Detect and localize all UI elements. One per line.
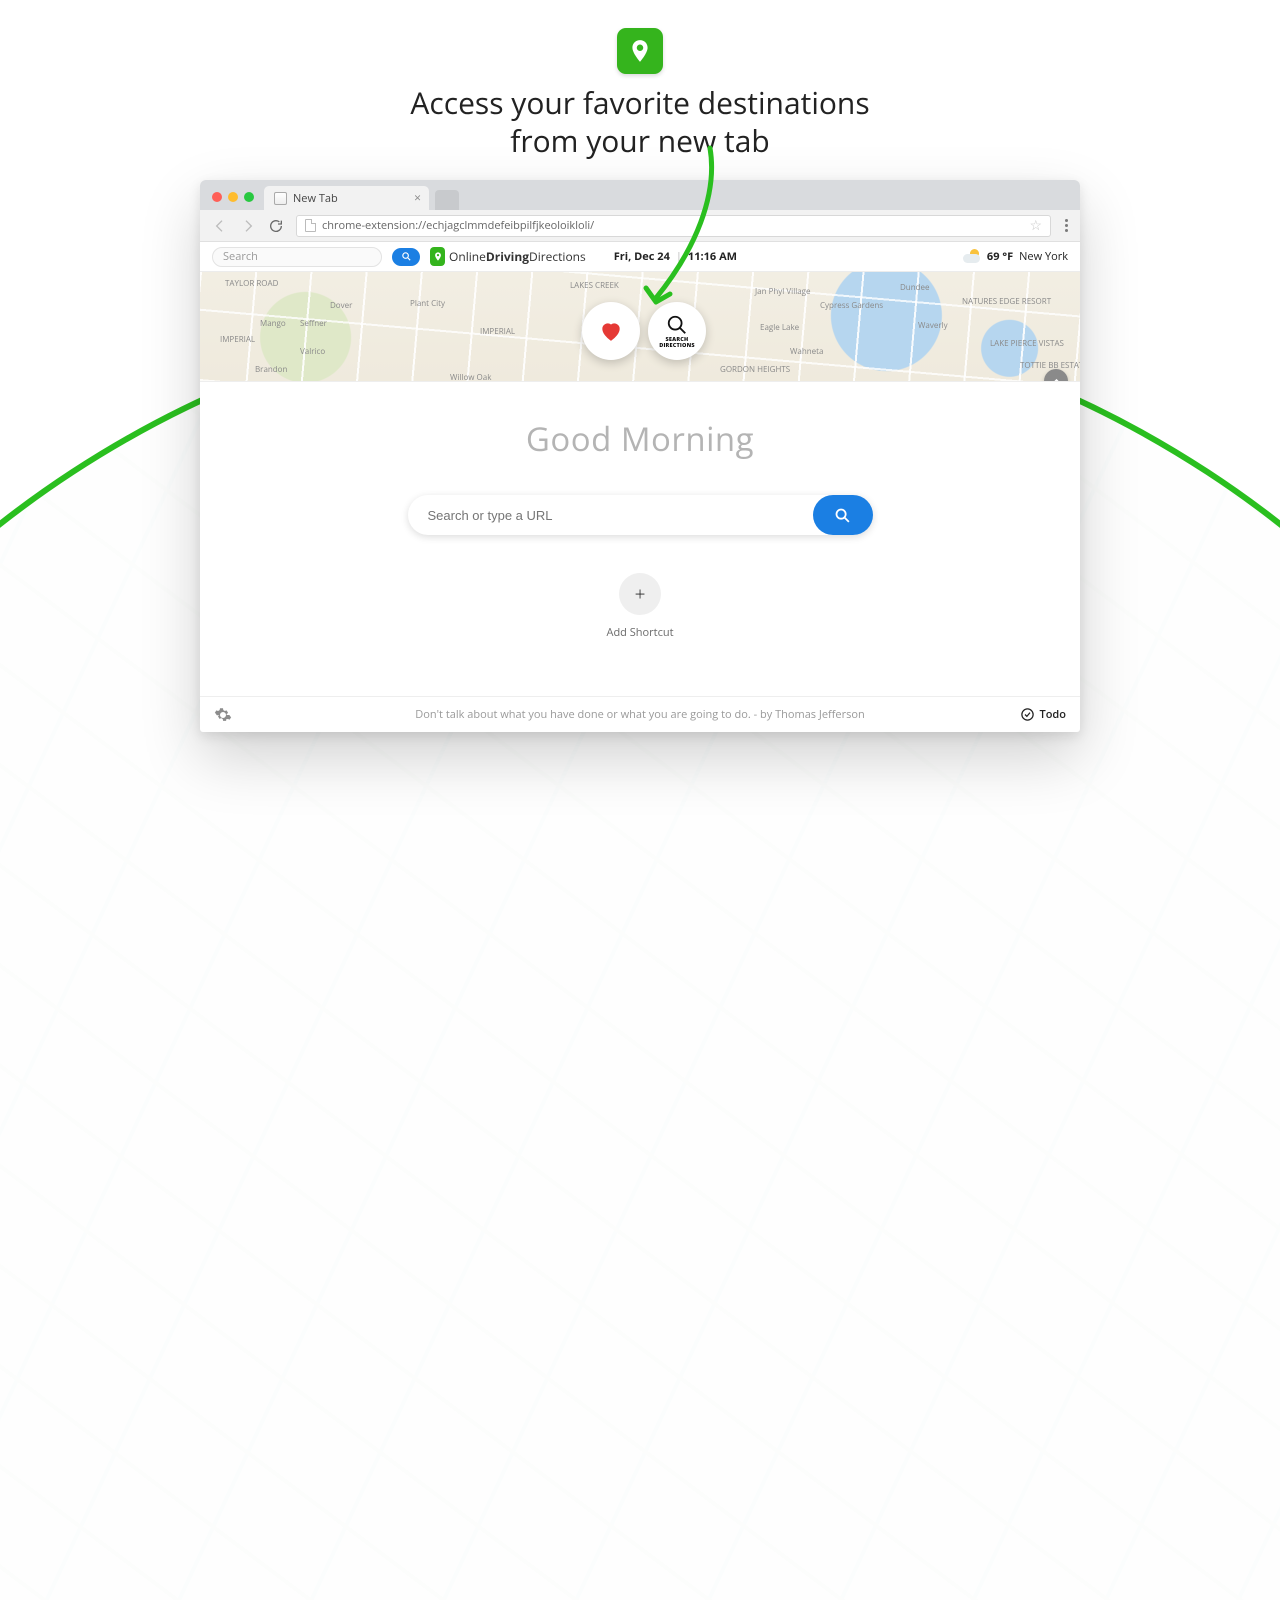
search-icon [834,507,851,524]
browser-menu-icon[interactable] [1065,219,1068,232]
weather-icon [963,251,981,263]
map-label: Waverly [918,320,948,331]
main-search-bar [408,495,873,535]
map-label: GORDON HEIGHTS [720,364,790,375]
close-window-icon[interactable] [212,192,222,202]
brand-logo[interactable]: OnlineDrivingDirections [430,247,586,266]
map-label: Cypress Gardens [820,300,883,311]
map-label: NATURES EDGE RESORT [962,296,1051,307]
weather-city: New York [1019,249,1068,264]
plus-icon: + [619,573,661,615]
map-label: Jan Phyl Village [755,286,811,297]
minimize-window-icon[interactable] [228,192,238,202]
chevron-up-icon [1050,375,1063,383]
close-tab-icon[interactable]: × [414,192,421,204]
bookmark-star-icon[interactable]: ☆ [1029,216,1042,235]
add-shortcut[interactable]: + Add Shortcut [606,573,673,640]
page-icon [305,219,316,232]
map-hero[interactable]: TAYLOR ROAD Dover Mango Seffner IMPERIAL… [200,272,1080,382]
toolbar-datetime: Fri, Dec 24|11:16 AM [614,249,737,264]
app-pin-icon [617,28,663,74]
browser-window: New Tab × chrome-extension://echjagclmmd… [200,180,1080,732]
address-bar[interactable]: chrome-extension://echjagclmmdefeibpilfj… [296,215,1051,237]
map-label: Valrico [300,346,325,357]
browser-tab[interactable]: New Tab × [264,186,429,210]
map-label: IMPERIAL [220,334,255,345]
map-label: Seffner [300,318,327,329]
map-label: Dover [330,300,352,311]
map-label: IMPERIAL [480,326,515,337]
main-search-button[interactable] [813,495,873,535]
map-label: Dundee [900,282,930,293]
back-button[interactable] [212,218,228,234]
tab-title: New Tab [293,191,338,206]
main-content: Good Morning + Add Shortcut [200,382,1080,640]
map-label: Willow Oak [450,372,491,382]
maximize-window-icon[interactable] [244,192,254,202]
favorites-button[interactable] [582,302,640,360]
search-directions-button[interactable]: SEARCHDIRECTIONS [648,302,706,360]
heart-icon [598,318,624,344]
window-controls [212,192,254,202]
forward-button[interactable] [240,218,256,234]
brand-text: OnlineDrivingDirections [449,248,586,265]
weather-temp: 69 °F [987,249,1013,264]
map-label: Mango [260,318,286,329]
hero: Access your favorite destinations from y… [0,0,1280,159]
address-text: chrome-extension://echjagclmmdefeibpilfj… [322,218,594,233]
search-directions-label: SEARCHDIRECTIONS [659,337,695,348]
add-shortcut-label: Add Shortcut [606,625,673,640]
weather-widget[interactable]: 69 °F New York [963,249,1068,264]
footer-quote: Don't talk about what you have done or w… [200,707,1080,722]
main-search-input[interactable] [428,495,813,535]
map-label: LAKE PIERCE VISTAS [990,338,1064,349]
tab-strip: New Tab × [200,180,1080,210]
map-label: Brandon [255,364,287,375]
map-label: TAYLOR ROAD [225,278,278,289]
map-label: LAKES CREEK [570,280,619,291]
map-label: Eagle Lake [760,322,799,333]
toolbar-search-button[interactable] [392,248,420,266]
nav-bar: chrome-extension://echjagclmmdefeibpilfj… [200,210,1080,242]
greeting: Good Morning [200,416,1080,461]
hero-headline: Access your favorite destinations from y… [0,84,1280,159]
search-icon [666,314,688,336]
map-label: Plant City [410,298,445,309]
brand-pin-icon [430,247,445,266]
extension-toolbar: Search OnlineDrivingDirections Fri, Dec … [200,242,1080,272]
reload-button[interactable] [268,218,284,234]
footer: Don't talk about what you have done or w… [200,696,1080,732]
map-label: Wahneta [790,346,823,357]
new-tab-button[interactable] [435,190,459,210]
toolbar-search-input[interactable]: Search [212,247,382,267]
